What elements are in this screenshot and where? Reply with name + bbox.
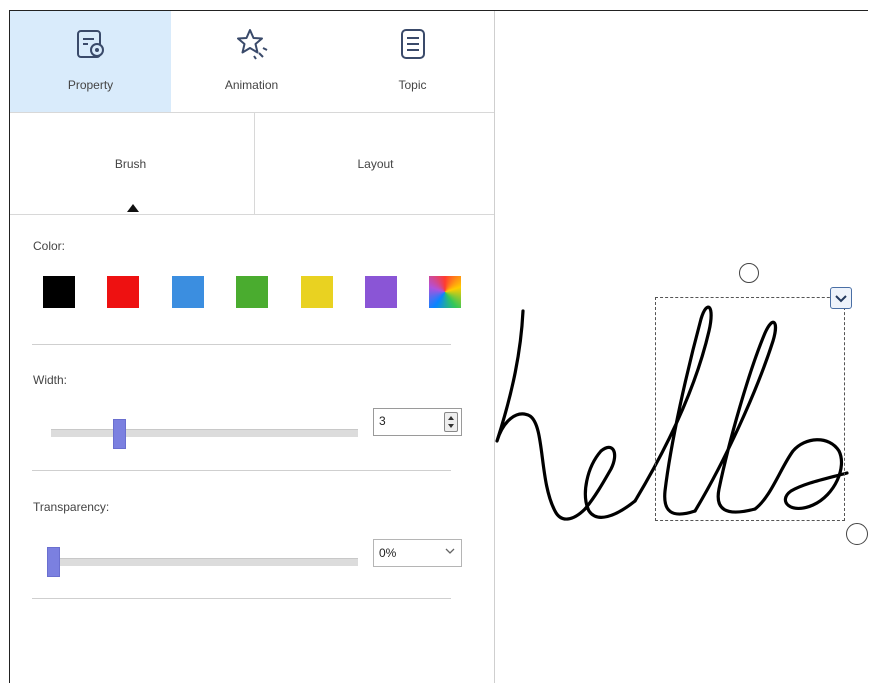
- width-number-input[interactable]: 3: [373, 408, 462, 436]
- spin-up-down-icon[interactable]: [444, 412, 458, 432]
- tab-topic[interactable]: Topic: [332, 11, 493, 112]
- swatch-purple[interactable]: [365, 276, 397, 308]
- property-settings-icon: [76, 30, 104, 58]
- transparency-slider-track[interactable]: [47, 558, 358, 566]
- chevron-down-icon: [835, 295, 847, 303]
- property-panel: Property Animation Topic Brush Layout: [10, 11, 495, 683]
- document-topic-icon: [400, 29, 425, 59]
- selection-menu-button[interactable]: [830, 287, 852, 309]
- drawing-canvas[interactable]: [495, 11, 869, 683]
- active-tab-caret-icon: [127, 204, 139, 212]
- swatch-blue[interactable]: [172, 276, 204, 308]
- tab-property[interactable]: Property: [10, 11, 171, 112]
- tab-layout-label: Layout: [357, 157, 394, 171]
- tab-property-label: Property: [67, 78, 114, 92]
- width-label: Width:: [33, 373, 68, 387]
- swatch-green[interactable]: [236, 276, 268, 308]
- sub-tab-bar: Brush Layout: [10, 113, 494, 215]
- tab-animation[interactable]: Animation: [171, 11, 332, 112]
- swatch-red[interactable]: [107, 276, 139, 308]
- tab-layout[interactable]: Layout: [255, 113, 496, 214]
- selection-box[interactable]: [655, 297, 845, 521]
- swatch-custom-gradient[interactable]: [429, 276, 461, 308]
- transparency-select[interactable]: 0%: [373, 539, 462, 567]
- transparency-value: 0%: [379, 546, 397, 560]
- divider: [32, 470, 451, 471]
- width-slider-thumb[interactable]: [112, 419, 126, 449]
- width-value: 3: [379, 414, 386, 428]
- swatch-black[interactable]: [43, 276, 75, 308]
- width-slider-track[interactable]: [51, 429, 358, 437]
- top-tab-bar: Property Animation Topic: [10, 11, 494, 113]
- spin-arrows-icon: [448, 416, 454, 428]
- resize-handle[interactable]: [846, 523, 868, 545]
- tab-brush[interactable]: Brush: [10, 113, 251, 214]
- tab-brush-label: Brush: [114, 157, 147, 171]
- star-animation-icon: [236, 29, 267, 60]
- chevron-down-icon: [445, 548, 455, 554]
- divider: [32, 344, 451, 345]
- divider: [32, 598, 451, 599]
- swatch-yellow[interactable]: [301, 276, 333, 308]
- tab-topic-label: Topic: [398, 78, 427, 92]
- color-label: Color:: [33, 239, 66, 253]
- transparency-label: Transparency:: [33, 500, 110, 514]
- transparency-slider-thumb[interactable]: [47, 547, 60, 577]
- rotate-handle[interactable]: [739, 263, 759, 283]
- tab-animation-label: Animation: [224, 78, 279, 92]
